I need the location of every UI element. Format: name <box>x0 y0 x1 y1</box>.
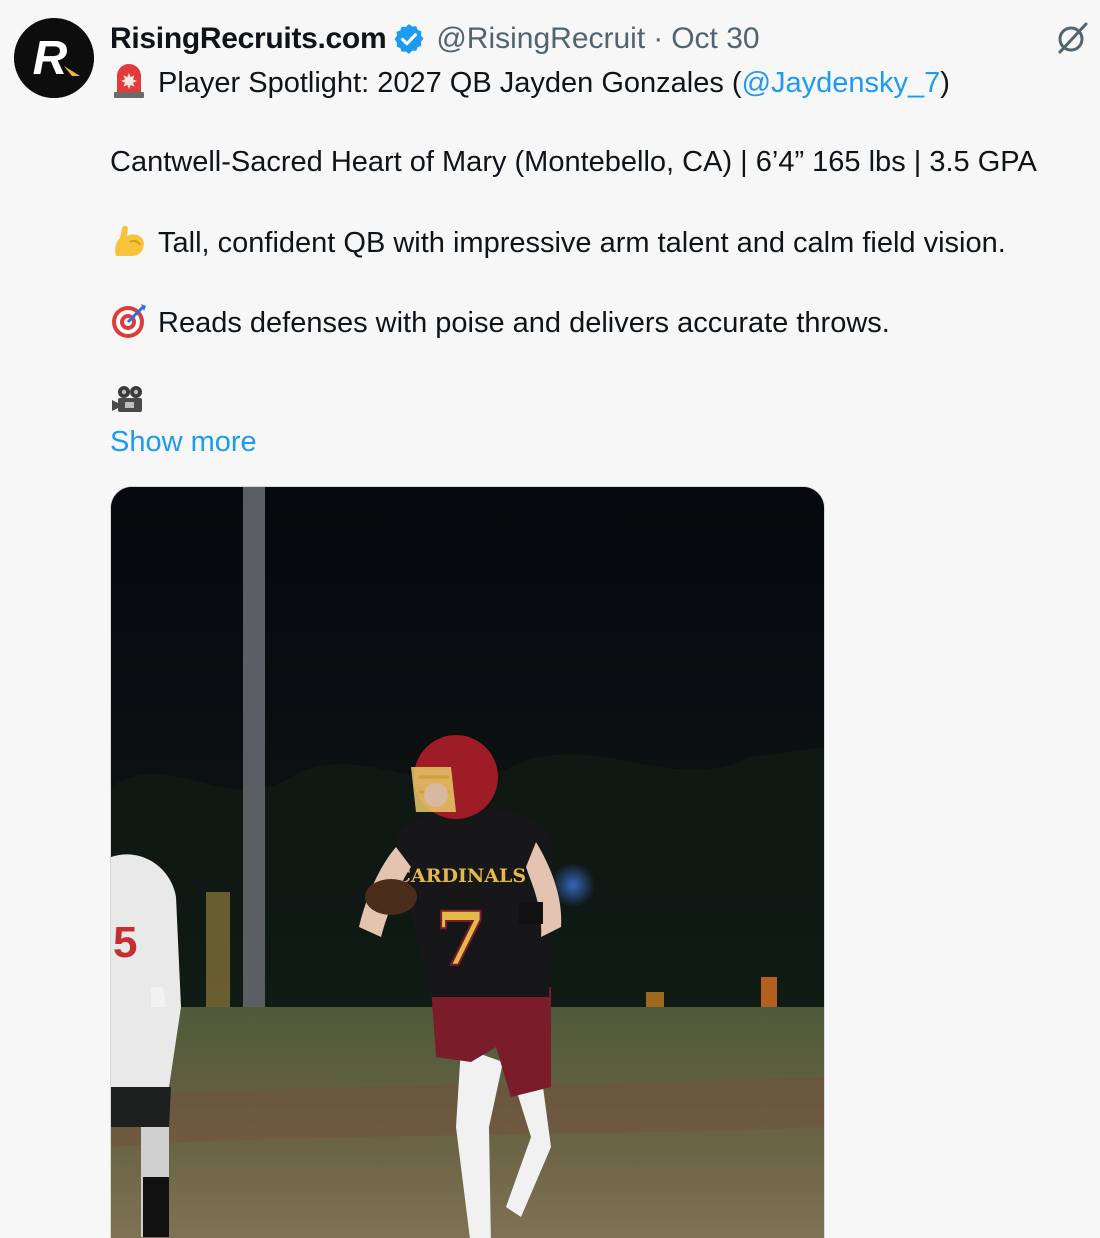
jersey-number: 7 <box>435 897 487 983</box>
tweet-line-5 <box>110 382 1100 422</box>
flexed-biceps-emoji-icon <box>110 222 148 260</box>
tweet-text: Player Spotlight: 2027 QB Jayden Gonzale… <box>110 62 1100 462</box>
tweet-card[interactable]: R RisingRecruits.com @RisingRecruit · Oc… <box>0 0 1100 1238</box>
tweet-timestamp[interactable]: Oct 30 <box>671 18 759 60</box>
tweet-line-4-text: Reads defenses with poise and delivers a… <box>158 307 890 339</box>
tweet-line-3: Tall, confident QB with impressive arm t… <box>110 222 1100 262</box>
author-handle[interactable]: @RisingRecruit <box>436 18 645 60</box>
header-separator: · <box>653 22 664 55</box>
football-player-photo: 5 CARDINALS 7 <box>111 487 824 1238</box>
tweet-line-1: Player Spotlight: 2027 QB Jayden Gonzale… <box>110 62 1100 102</box>
avatar-letter: R <box>33 32 68 85</box>
verified-badge-icon <box>392 22 426 56</box>
tweet-header: RisingRecruits.com @RisingRecruit · Oct … <box>110 18 760 60</box>
movie-camera-emoji-icon <box>110 382 148 420</box>
jersey-team-name: CARDINALS <box>396 865 526 887</box>
police-light-emoji-icon <box>110 62 148 100</box>
grok-icon[interactable] <box>1054 20 1090 56</box>
tweet-line-3-text: Tall, confident QB with impressive arm t… <box>158 227 1006 259</box>
direct-hit-emoji-icon <box>110 302 148 340</box>
player-mention-link[interactable]: @Jaydensky_7 <box>742 67 941 99</box>
tweet-line-2: Cantwell-Sacred Heart of Mary (Montebell… <box>110 146 1037 178</box>
spotlight-text: Player Spotlight: 2027 QB Jayden Gonzale… <box>158 67 742 99</box>
opponent-jersey-number: 5 <box>113 918 137 967</box>
show-more-link[interactable]: Show more <box>110 422 257 462</box>
show-more-row: Show more <box>110 422 1100 462</box>
spotlight-close-paren: ) <box>940 67 950 99</box>
author-avatar[interactable]: R <box>14 18 94 98</box>
author-display-name[interactable]: RisingRecruits.com <box>110 18 387 60</box>
risingrecruits-logo-icon: R <box>14 18 94 98</box>
tweet-line-4: Reads defenses with poise and delivers a… <box>110 302 1100 342</box>
tweet-photo[interactable]: 5 CARDINALS 7 <box>110 486 825 1238</box>
